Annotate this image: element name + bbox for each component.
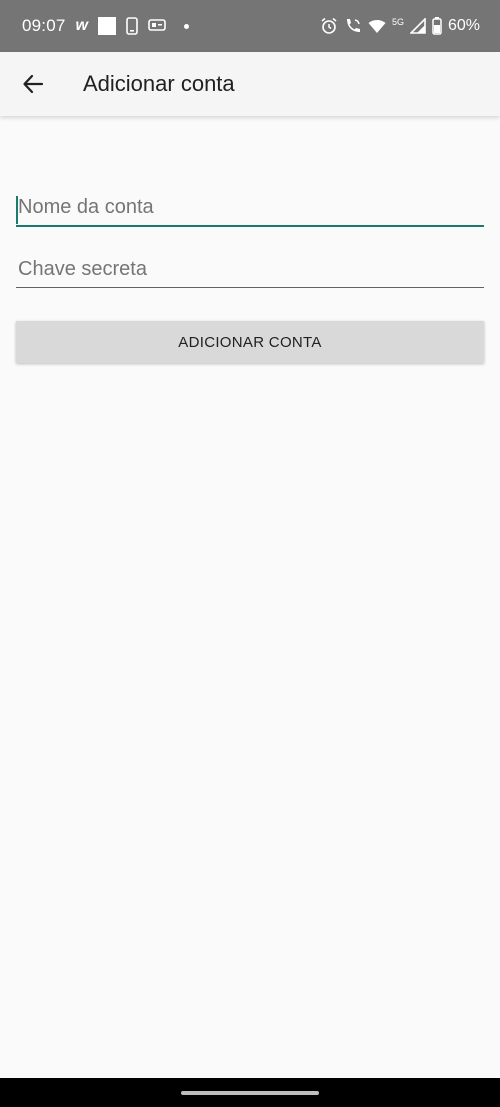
message-icon <box>148 18 166 34</box>
secret-key-input[interactable] <box>16 258 484 287</box>
battery-percent: 60% <box>447 17 480 34</box>
wifi-call-icon <box>344 17 362 35</box>
status-time: 09:07 <box>22 16 66 35</box>
battery-icon <box>432 17 442 35</box>
app-bar: Adicionar conta <box>0 52 500 116</box>
navigation-bar <box>0 1078 500 1107</box>
square-notification-icon <box>98 17 116 35</box>
wifi-icon <box>368 18 386 34</box>
status-right: 5G 60% <box>320 17 480 35</box>
text-cursor <box>16 196 18 224</box>
status-left: 09:07 w <box>22 16 189 36</box>
alarm-icon <box>320 17 338 35</box>
account-name-input[interactable] <box>16 196 484 225</box>
app-notification-letter: w <box>75 17 88 34</box>
add-account-button[interactable]: ADICIONAR CONTA <box>16 321 484 363</box>
more-notifications-dot <box>184 23 189 29</box>
back-button[interactable] <box>13 64 53 104</box>
secret-key-field[interactable] <box>16 258 484 288</box>
account-name-field[interactable] <box>16 196 484 227</box>
home-gesture-handle[interactable] <box>181 1091 319 1095</box>
status-bar: 09:07 w 5G 60% <box>0 0 500 52</box>
signal-icon <box>409 18 426 34</box>
page-title: Adicionar conta <box>83 71 235 96</box>
network-type-label: 5G <box>391 17 404 27</box>
phone-icon <box>126 17 138 35</box>
arrow-back-icon <box>23 74 44 94</box>
